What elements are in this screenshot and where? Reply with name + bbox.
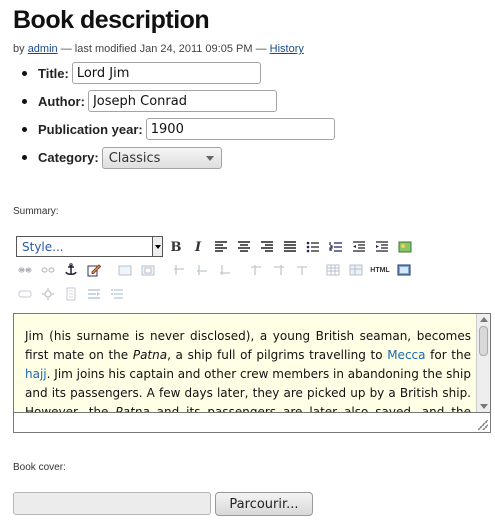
- ship-name: Patna: [132, 348, 168, 362]
- unlink-icon[interactable]: [39, 261, 57, 279]
- bullet: [22, 70, 27, 76]
- book-fields: Title: Author: Publication year: Categor…: [22, 59, 335, 171]
- title-label: Title:: [38, 65, 69, 81]
- style-select-value: Style...: [22, 240, 64, 254]
- insert-row-before-icon[interactable]: [170, 261, 188, 279]
- align-right-icon[interactable]: [258, 238, 276, 256]
- rich-text-editor: Style... B I HTML Jim (his surname is ne…: [13, 233, 491, 433]
- bold-icon[interactable]: B: [167, 238, 185, 256]
- summary-label: Summary:: [13, 206, 59, 217]
- category-value: Classics: [108, 151, 161, 166]
- author-link[interactable]: admin: [28, 43, 58, 55]
- insert-col-after-icon[interactable]: [270, 261, 288, 279]
- anchor-icon[interactable]: [62, 261, 80, 279]
- align-left-icon[interactable]: [212, 238, 230, 256]
- category-select[interactable]: Classics: [101, 147, 222, 169]
- insert-row-after-icon[interactable]: [193, 261, 211, 279]
- summary-segment: , a ship full of pilgrims travelling to: [167, 348, 388, 362]
- italic-icon[interactable]: I: [189, 238, 207, 256]
- document-icon[interactable]: [62, 285, 80, 303]
- title-row: Title:: [22, 59, 335, 87]
- author-label: Author:: [38, 93, 85, 109]
- delete-col-icon[interactable]: [293, 261, 311, 279]
- hajj-link[interactable]: hajj: [25, 367, 47, 381]
- modified-text: — last modified Jan 24, 2011 09:05 PM —: [60, 43, 267, 55]
- scroll-thumb[interactable]: [479, 326, 488, 356]
- mecca-link[interactable]: Mecca: [387, 348, 425, 362]
- byline-prefix: by: [13, 43, 25, 55]
- delete-row-icon[interactable]: [216, 261, 234, 279]
- bullet: [22, 126, 27, 132]
- summary-text[interactable]: Jim (his surname is never disclosed), a …: [25, 327, 471, 413]
- justify-icon[interactable]: [281, 238, 299, 256]
- history-link[interactable]: History: [270, 43, 304, 55]
- text-field-icon[interactable]: [16, 285, 34, 303]
- cover-file-input[interactable]: [13, 492, 211, 515]
- year-row: Publication year:: [22, 115, 335, 143]
- byline: by admin — last modified Jan 24, 2011 09…: [13, 43, 304, 55]
- image-icon[interactable]: [396, 238, 414, 256]
- editor-scrollbar[interactable]: [476, 314, 490, 412]
- numbered-list-icon[interactable]: [327, 238, 345, 256]
- title-input[interactable]: [71, 62, 261, 84]
- outdent-icon[interactable]: [350, 238, 368, 256]
- list-style-icon[interactable]: [108, 285, 126, 303]
- indent-icon[interactable]: [373, 238, 391, 256]
- summary-editor[interactable]: Jim (his surname is never disclosed), a …: [13, 313, 491, 413]
- table-props-icon[interactable]: [347, 261, 365, 279]
- settings-icon[interactable]: [39, 285, 57, 303]
- editor-status-bar: [13, 413, 491, 433]
- edit-icon[interactable]: [85, 261, 103, 279]
- split-icon[interactable]: [85, 285, 103, 303]
- table-cell-icon[interactable]: [139, 261, 157, 279]
- category-row: Category: Classics: [22, 143, 335, 171]
- bullet-list-icon[interactable]: [304, 238, 322, 256]
- scroll-up-icon[interactable]: [480, 317, 488, 322]
- chevron-down-icon[interactable]: [152, 236, 163, 257]
- category-label: Category:: [38, 149, 99, 165]
- browse-button[interactable]: Parcourir...: [215, 492, 313, 516]
- scroll-down-icon[interactable]: [480, 404, 488, 409]
- author-input[interactable]: [87, 90, 277, 112]
- style-select[interactable]: Style...: [16, 236, 163, 257]
- year-label: Publication year:: [38, 121, 143, 137]
- cover-label: Book cover:: [13, 462, 66, 473]
- author-row: Author:: [22, 87, 335, 115]
- table-row-icon[interactable]: [116, 261, 134, 279]
- resize-grip-icon[interactable]: [478, 420, 488, 430]
- bullet: [22, 98, 27, 104]
- html-source-icon[interactable]: HTML: [368, 261, 392, 279]
- chevron-down-icon: [205, 156, 214, 161]
- year-input[interactable]: [145, 118, 335, 140]
- fullscreen-icon[interactable]: [395, 261, 413, 279]
- table-icon[interactable]: [324, 261, 342, 279]
- insert-col-before-icon[interactable]: [247, 261, 265, 279]
- align-center-icon[interactable]: [235, 238, 253, 256]
- link-icon[interactable]: [16, 261, 34, 279]
- page-title: Book description: [13, 6, 210, 34]
- ship-name: Patna: [115, 405, 150, 413]
- bullet: [22, 154, 27, 160]
- summary-segment: for the: [425, 348, 471, 362]
